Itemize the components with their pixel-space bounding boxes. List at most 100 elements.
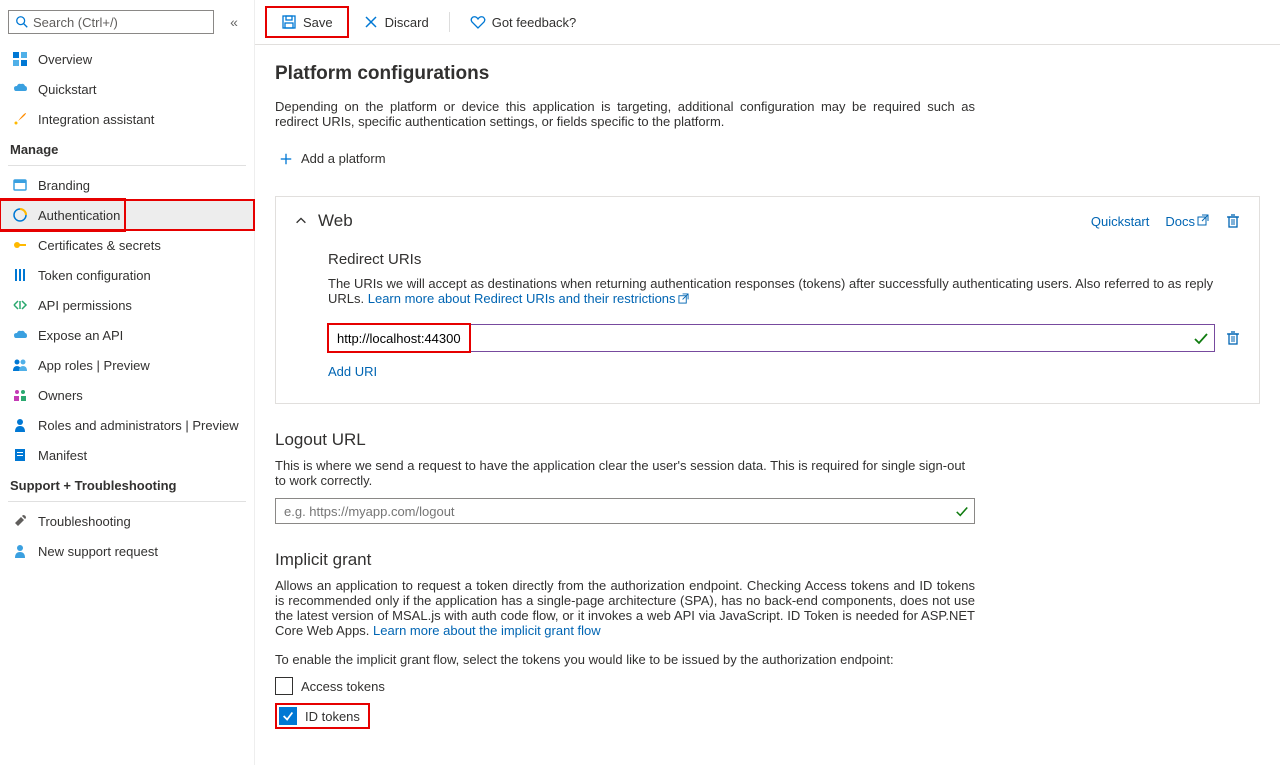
redirect-uri-row xyxy=(328,324,1241,352)
section-manage: Manage xyxy=(0,134,254,163)
add-uri-link[interactable]: Add URI xyxy=(328,364,377,379)
sidebar-item-support-request[interactable]: New support request xyxy=(0,536,254,566)
save-label: Save xyxy=(303,15,333,30)
plus-icon xyxy=(279,152,293,166)
sidebar-item-label: Troubleshooting xyxy=(38,514,131,529)
feedback-button[interactable]: Got feedback? xyxy=(460,10,587,34)
id-tokens-checkbox[interactable] xyxy=(279,707,297,725)
sidebar-item-label: App roles | Preview xyxy=(38,358,150,373)
sidebar-item-troubleshooting[interactable]: Troubleshooting xyxy=(0,506,254,536)
token-icon xyxy=(12,267,28,283)
heart-icon xyxy=(470,14,486,30)
rocket-icon xyxy=(12,111,28,127)
toolbar: Save Discard Got feedback? xyxy=(255,0,1280,45)
sidebar-item-quickstart[interactable]: Quickstart xyxy=(0,74,254,104)
cloud-bolt-icon xyxy=(12,81,28,97)
sidebar: Search (Ctrl+/) « Overview Quickstart In… xyxy=(0,0,255,765)
implicit-grant-section: Implicit grant Allows an application to … xyxy=(275,550,1260,729)
page-desc: Depending on the platform or device this… xyxy=(275,99,975,129)
section-support: Support + Troubleshooting xyxy=(0,470,254,499)
sidebar-item-branding[interactable]: Branding xyxy=(0,170,254,200)
sidebar-item-label: Branding xyxy=(38,178,90,193)
save-button[interactable]: Save xyxy=(271,10,343,34)
page-title: Platform configurations xyxy=(275,63,1260,85)
access-tokens-label: Access tokens xyxy=(301,679,385,694)
sidebar-item-label: Authentication xyxy=(38,208,120,223)
admin-icon xyxy=(12,417,28,433)
web-title: Web xyxy=(318,211,353,231)
sidebar-item-label: Certificates & secrets xyxy=(38,238,161,253)
redirect-uris-title: Redirect URIs xyxy=(328,251,1241,268)
sidebar-item-owners[interactable]: Owners xyxy=(0,380,254,410)
web-platform-card: Web Quickstart Docs Redirect URIs The UR… xyxy=(275,196,1260,404)
redirect-uri-input[interactable] xyxy=(328,324,1215,352)
feedback-label: Got feedback? xyxy=(492,15,577,30)
add-platform-button[interactable]: Add a platform xyxy=(275,143,390,174)
people-icon xyxy=(12,357,28,373)
chevron-up-icon[interactable] xyxy=(294,214,308,228)
sidebar-item-label: Expose an API xyxy=(38,328,123,343)
logout-desc: This is where we send a request to have … xyxy=(275,458,975,488)
main-pane: Save Discard Got feedback? Platform conf… xyxy=(255,0,1280,765)
owners-icon xyxy=(12,387,28,403)
support-icon xyxy=(12,543,28,559)
search-icon xyxy=(15,15,29,29)
quickstart-link[interactable]: Quickstart xyxy=(1091,214,1150,229)
discard-button[interactable]: Discard xyxy=(353,10,439,34)
access-tokens-row: Access tokens xyxy=(275,677,1260,695)
divider xyxy=(449,12,450,32)
sidebar-item-label: Integration assistant xyxy=(38,112,154,127)
expose-icon xyxy=(12,327,28,343)
sidebar-item-authentication[interactable]: Authentication xyxy=(0,200,254,230)
sidebar-item-label: Roles and administrators | Preview xyxy=(38,418,239,433)
divider xyxy=(8,501,246,502)
search-input[interactable]: Search (Ctrl+/) xyxy=(8,10,214,34)
delete-uri-icon[interactable] xyxy=(1225,330,1241,346)
external-icon xyxy=(1197,214,1209,226)
key-icon xyxy=(12,237,28,253)
sidebar-item-label: New support request xyxy=(38,544,158,559)
add-platform-label: Add a platform xyxy=(301,151,386,166)
branding-icon xyxy=(12,177,28,193)
redirect-uris-desc: The URIs we will accept as destinations … xyxy=(328,276,1241,306)
sidebar-item-label: Token configuration xyxy=(38,268,151,283)
manifest-icon xyxy=(12,447,28,463)
sidebar-item-integration[interactable]: Integration assistant xyxy=(0,104,254,134)
sidebar-item-label: API permissions xyxy=(38,298,132,313)
logout-title: Logout URL xyxy=(275,430,1260,450)
sidebar-item-roles-admins[interactable]: Roles and administrators | Preview xyxy=(0,410,254,440)
sidebar-item-token-config[interactable]: Token configuration xyxy=(0,260,254,290)
redirect-learn-more-link[interactable]: Learn more about Redirect URIs and their… xyxy=(368,291,689,306)
divider xyxy=(8,165,246,166)
sidebar-item-expose-api[interactable]: Expose an API xyxy=(0,320,254,350)
save-icon xyxy=(281,14,297,30)
check-icon xyxy=(955,504,969,518)
delete-icon[interactable] xyxy=(1225,213,1241,229)
implicit-instruction: To enable the implicit grant flow, selec… xyxy=(275,652,975,667)
sidebar-item-label: Owners xyxy=(38,388,83,403)
permissions-icon xyxy=(12,297,28,313)
access-tokens-checkbox[interactable] xyxy=(275,677,293,695)
auth-icon xyxy=(12,207,28,223)
sidebar-item-app-roles[interactable]: App roles | Preview xyxy=(0,350,254,380)
sidebar-item-label: Overview xyxy=(38,52,92,67)
content: Platform configurations Depending on the… xyxy=(255,45,1280,765)
check-icon xyxy=(281,709,295,723)
sidebar-item-label: Quickstart xyxy=(38,82,97,97)
implicit-learn-more-link[interactable]: Learn more about the implicit grant flow xyxy=(373,623,601,638)
sidebar-collapse-button[interactable]: « xyxy=(222,10,246,34)
sidebar-item-api-permissions[interactable]: API permissions xyxy=(0,290,254,320)
overview-icon xyxy=(12,51,28,67)
id-tokens-label: ID tokens xyxy=(305,709,360,724)
logout-section: Logout URL This is where we send a reque… xyxy=(275,430,1260,524)
sidebar-item-overview[interactable]: Overview xyxy=(0,44,254,74)
sidebar-item-manifest[interactable]: Manifest xyxy=(0,440,254,470)
close-icon xyxy=(363,14,379,30)
implicit-title: Implicit grant xyxy=(275,550,1260,570)
check-icon xyxy=(1193,330,1209,346)
implicit-desc: Allows an application to request a token… xyxy=(275,578,975,638)
wrench-icon xyxy=(12,513,28,529)
logout-url-input[interactable] xyxy=(275,498,975,524)
sidebar-item-certificates[interactable]: Certificates & secrets xyxy=(0,230,254,260)
docs-link[interactable]: Docs xyxy=(1165,214,1209,229)
